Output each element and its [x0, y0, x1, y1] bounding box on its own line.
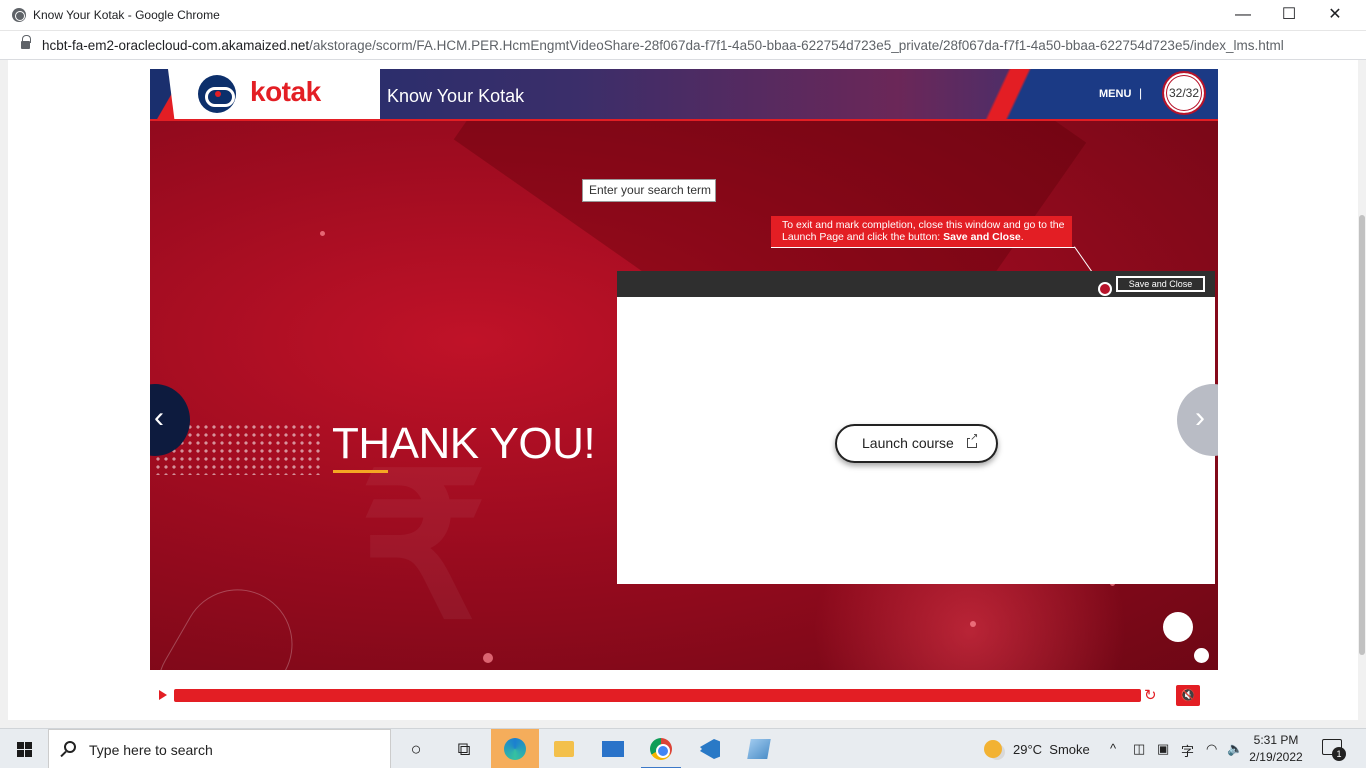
- url-path: /akstorage/scorm/FA.HCM.PER.HcmEngmtVide…: [309, 38, 1284, 53]
- progress-fill: [174, 689, 1141, 702]
- taskbar-search-input[interactable]: Type here to search: [48, 729, 391, 768]
- menu-button[interactable]: MENU: [1099, 88, 1131, 100]
- completion-tooltip: To exit and mark completion, close this …: [771, 216, 1072, 247]
- browser-titlebar: Know Your Kotak - Google Chrome — ☐ ✕: [0, 0, 1366, 31]
- task-view-icon[interactable]: ⧉: [440, 729, 488, 768]
- kotak-logo-text: kotak: [250, 76, 321, 107]
- maximize-button[interactable]: ☐: [1266, 0, 1312, 31]
- launch-course-label: Launch course: [862, 435, 954, 451]
- course-title: Know Your Kotak: [387, 86, 525, 106]
- save-and-close-button[interactable]: Save and Close: [1116, 276, 1205, 292]
- weather-desc: Smoke: [1049, 742, 1090, 757]
- kotak-logo-icon: [198, 75, 236, 113]
- lock-icon: [21, 35, 31, 50]
- tooltip-period: .: [1020, 231, 1024, 243]
- playback-controls: ↻ 🔇: [150, 680, 1218, 710]
- network-dot: [970, 621, 976, 627]
- lms-launch-panel: Save and Close Launch course: [617, 271, 1215, 584]
- course-player: kotak Know Your Kotak MENU | 32/32 ₹ Ent…: [150, 69, 1218, 670]
- close-button[interactable]: ✕: [1312, 0, 1358, 31]
- taskbar-search-placeholder: Type here to search: [89, 742, 213, 758]
- mail-icon[interactable]: [589, 729, 637, 768]
- mute-icon[interactable]: 🔇: [1176, 685, 1200, 706]
- decorative-ring: [150, 569, 313, 670]
- url-host: hcbt-fa-em2-oraclecloud-com.akamaized.ne…: [42, 38, 310, 53]
- network-dot: [320, 231, 325, 236]
- scrollbar-thumb[interactable]: [1359, 215, 1365, 655]
- progress-bar[interactable]: [174, 689, 1141, 702]
- window-title: Know Your Kotak - Google Chrome: [33, 8, 220, 22]
- menu-separator: |: [1139, 86, 1143, 100]
- chevron-right-icon: ›: [1195, 401, 1205, 434]
- weather-sun-icon: [984, 740, 1002, 758]
- chevron-up-icon[interactable]: ^: [1110, 741, 1116, 756]
- course-header: kotak Know Your Kotak MENU | 32/32: [150, 69, 1218, 119]
- taskbar-clock[interactable]: 5:31 PM 2/19/2022: [1246, 732, 1306, 766]
- minimize-button[interactable]: —: [1220, 0, 1266, 31]
- search-icon: [64, 741, 76, 753]
- notification-icon[interactable]: 1: [1322, 739, 1346, 761]
- heading-underline: [333, 470, 388, 473]
- tooltip-pointer-line: [771, 247, 1075, 248]
- network-dot: [483, 653, 493, 663]
- tooltip-bold: Save and Close: [943, 231, 1021, 243]
- display-icon[interactable]: ▣: [1157, 741, 1169, 757]
- address-bar[interactable]: hcbt-fa-em2-oraclecloud-com.akamaized.ne…: [0, 31, 1366, 60]
- clock-time: 5:31 PM: [1253, 733, 1299, 747]
- windows-start-icon[interactable]: [0, 729, 48, 768]
- launch-course-button[interactable]: Launch course: [835, 424, 998, 463]
- file-explorer-icon[interactable]: [540, 729, 588, 768]
- replay-icon[interactable]: ↻: [1144, 686, 1157, 704]
- notification-badge: 1: [1332, 747, 1346, 761]
- slide-counter: 32/32: [1162, 71, 1206, 115]
- cortana-icon[interactable]: ○: [392, 729, 440, 768]
- tooltip-target-marker: [1098, 282, 1112, 296]
- notepad-icon[interactable]: [735, 729, 783, 768]
- taskbar: Type here to search ○ ⧉ 29°C Smoke ^ ◫ ▣…: [0, 728, 1366, 768]
- search-input[interactable]: Enter your search term: [582, 179, 716, 202]
- external-link-icon: [967, 433, 979, 448]
- chevron-left-icon: ‹: [154, 401, 164, 434]
- decorative-circle: [1194, 648, 1209, 663]
- meet-now-icon[interactable]: ◫: [1133, 741, 1145, 757]
- vscode-icon[interactable]: [686, 729, 734, 768]
- weather-temp: 29°C: [1013, 742, 1043, 757]
- thank-you-heading: THANK YOU!: [332, 419, 596, 468]
- wifi-icon[interactable]: ◠: [1206, 741, 1217, 757]
- chrome-icon[interactable]: [637, 729, 685, 768]
- clock-date: 2/19/2022: [1249, 750, 1303, 764]
- url-text[interactable]: hcbt-fa-em2-oraclecloud-com.akamaized.ne…: [42, 38, 1284, 53]
- volume-icon[interactable]: 🔈: [1227, 741, 1243, 757]
- decorative-circle: [1163, 612, 1193, 642]
- edge-icon[interactable]: [491, 729, 539, 768]
- slide-stage: ₹ Enter your search term To exit and mar…: [150, 121, 1218, 670]
- play-icon[interactable]: [159, 690, 167, 700]
- input-method-icon[interactable]: 字: [1181, 741, 1194, 760]
- globe-icon: [12, 8, 26, 22]
- page-scrollbar[interactable]: [1358, 60, 1366, 720]
